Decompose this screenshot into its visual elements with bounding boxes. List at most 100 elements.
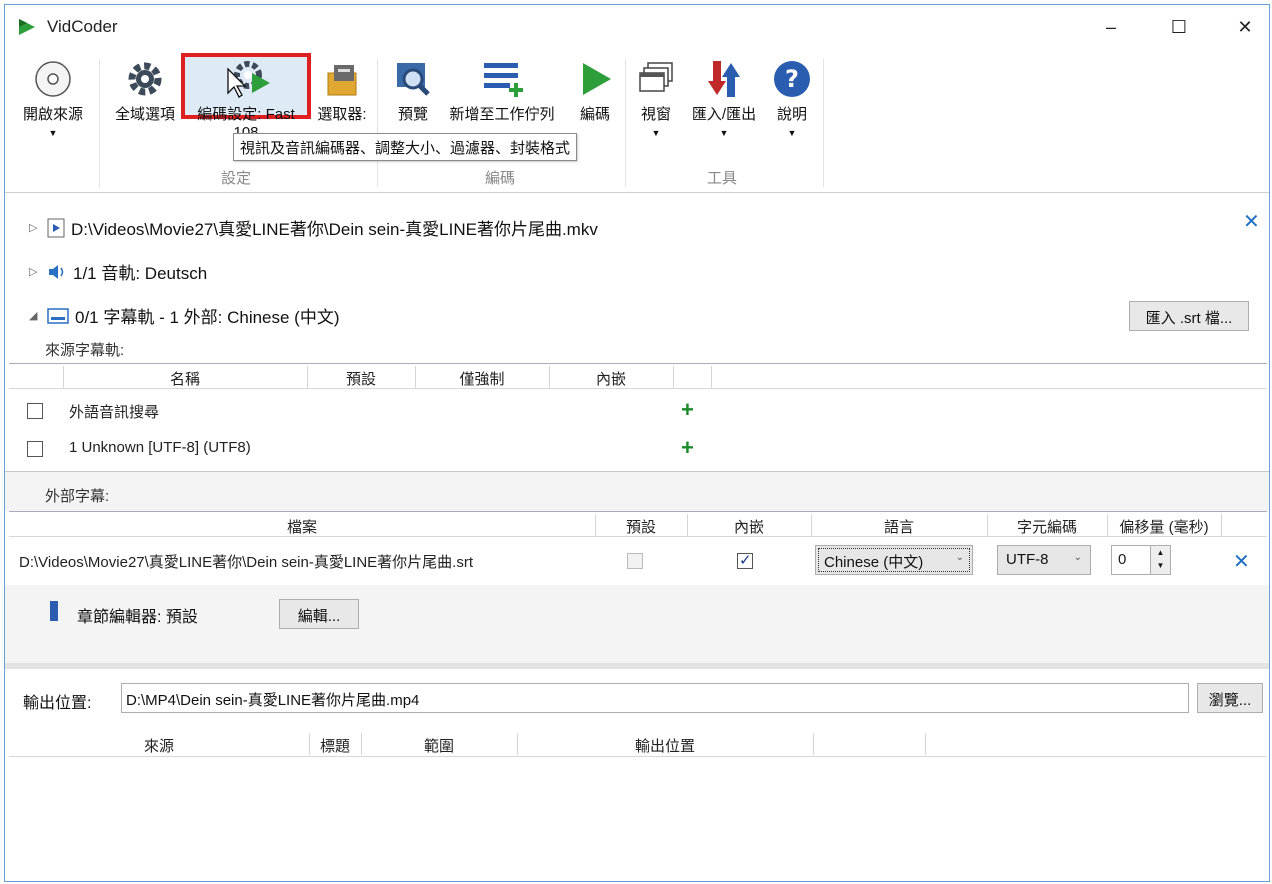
- import-srt-button[interactable]: 匯入 .srt 檔...: [1129, 301, 1249, 331]
- source-subtitle-name: 1 Unknown [UTF-8] (UTF8): [69, 439, 251, 456]
- column-burnin-header[interactable]: 內嵌: [549, 368, 673, 389]
- preview-button[interactable]: 預覽: [385, 59, 441, 124]
- source-subtitle-checkbox[interactable]: [27, 441, 43, 457]
- column-forced-header[interactable]: 僅強制: [415, 368, 549, 389]
- column-file-header[interactable]: 檔案: [9, 516, 595, 537]
- global-options-button[interactable]: 全域選項: [105, 59, 185, 124]
- external-subtitles-header: 檔案 預設 內嵌 語言 字元編碼 偏移量 (毫秒): [9, 511, 1267, 537]
- encode-settings-tooltip: 視訊及音訊編碼器、調整大小、過濾器、封裝格式: [233, 133, 578, 161]
- source-file-path: D:\Videos\Movie27\真愛LINE著你\Dein sein-真愛L…: [71, 220, 598, 239]
- subtitle-icon: [47, 307, 69, 324]
- maximize-button[interactable]: ☐: [1149, 5, 1209, 49]
- audio-tracks-row[interactable]: ▷ 1/1 音軌: Deutsch: [29, 259, 207, 284]
- vidcoder-logo-icon: [19, 19, 35, 35]
- chevron-down-icon: ▼: [48, 128, 58, 138]
- column-source-header[interactable]: 來源: [9, 735, 309, 756]
- column-default-header[interactable]: 預設: [307, 368, 415, 389]
- close-source-icon[interactable]: ✕: [1243, 209, 1260, 234]
- column-charset-header[interactable]: 字元編碼: [987, 516, 1107, 537]
- picker-button[interactable]: 選取器:: [307, 59, 377, 124]
- chevron-down-icon: ▼: [787, 128, 797, 138]
- import-export-button[interactable]: 匯入/匯出 ▼: [683, 59, 765, 138]
- title-bar: VidCoder – ☐ ✕: [5, 5, 1269, 49]
- expand-triangle-icon[interactable]: ▷: [29, 221, 41, 234]
- subtitle-tracks-row[interactable]: ◢ 0/1 字幕軌 - 1 外部: Chinese (中文): [29, 303, 340, 328]
- window-title: VidCoder: [47, 17, 118, 36]
- picker-folder-icon: [327, 65, 357, 96]
- source-subtitles-label: 來源字幕軌:: [45, 342, 125, 359]
- offset-spin-buttons[interactable]: ▲ ▼: [1150, 546, 1170, 574]
- output-location-label: 輸出位置:: [23, 695, 92, 712]
- speaker-icon: [49, 264, 64, 279]
- external-subtitles-label: 外部字幕:: [45, 488, 110, 505]
- help-question-icon: ?: [774, 61, 810, 97]
- add-to-queue-button[interactable]: 新增至工作佇列: [437, 59, 567, 124]
- source-subtitles-header: 名稱 預設 僅強制 內嵌: [9, 363, 1267, 389]
- add-to-queue-label: 新增至工作佇列: [449, 106, 555, 123]
- output-path-field[interactable]: D:\MP4\Dein sein-真愛LINE著你片尾曲.mp4: [121, 683, 1189, 713]
- queue-header: 來源 標題 範圍 輸出位置: [9, 731, 1267, 757]
- encode-button[interactable]: 編碼: [567, 59, 623, 124]
- add-subtitle-icon[interactable]: +: [681, 397, 694, 423]
- expand-triangle-icon[interactable]: ▷: [29, 265, 41, 278]
- chevron-down-icon: ▼: [719, 128, 729, 138]
- column-default-header[interactable]: 預設: [595, 516, 687, 537]
- column-output-header[interactable]: 輸出位置: [517, 735, 813, 756]
- audio-tracks-text: 1/1 音軌: Deutsch: [73, 264, 208, 283]
- preview-label: 預覽: [397, 106, 428, 123]
- close-window-button[interactable]: ✕: [1215, 5, 1272, 49]
- add-subtitle-icon[interactable]: +: [681, 435, 694, 461]
- open-source-button[interactable]: 開啟來源 ▼: [15, 59, 91, 138]
- column-title-header[interactable]: 標題: [309, 735, 361, 756]
- ribbon-separator: [625, 59, 626, 187]
- external-burnin-checkbox[interactable]: [737, 551, 753, 569]
- global-options-label: 全域選項: [114, 106, 175, 123]
- column-divider: [673, 366, 674, 388]
- chevron-down-icon: ⌄: [955, 552, 964, 563]
- column-language-header[interactable]: 語言: [811, 516, 987, 537]
- splitter-bar[interactable]: [5, 663, 1269, 669]
- external-default-checkbox: [627, 553, 643, 569]
- subtitle-tracks-text: 0/1 字幕軌 - 1 外部: Chinese (中文): [75, 308, 340, 327]
- source-subtitle-name: 外語音訊搜尋: [69, 404, 160, 421]
- queue-add-icon: [484, 63, 523, 97]
- language-dropdown[interactable]: Chinese (中文) ⌄: [815, 545, 973, 575]
- source-file-row[interactable]: ▷ D:\Videos\Movie27\真愛LINE著你\Dein sein-真…: [29, 215, 598, 240]
- external-subtitle-file: D:\Videos\Movie27\真愛LINE著你\Dein sein-真愛L…: [19, 554, 474, 571]
- window-menu-button[interactable]: 視窗 ▼: [629, 59, 683, 138]
- offset-value[interactable]: 0: [1118, 551, 1126, 568]
- video-file-icon: [47, 218, 65, 237]
- ribbon-separator: [99, 59, 100, 187]
- collapse-triangle-icon[interactable]: ◢: [29, 309, 41, 322]
- source-subtitle-checkbox[interactable]: [27, 403, 43, 419]
- bookmark-icon: [50, 601, 58, 621]
- external-subtitles-band: [5, 471, 1269, 511]
- column-offset-header[interactable]: 偏移量 (毫秒): [1107, 516, 1221, 537]
- group-label-tools: 工具: [707, 170, 738, 187]
- edit-chapters-button[interactable]: 編輯...: [279, 599, 359, 629]
- chevron-down-icon: ⌄: [1073, 552, 1082, 563]
- offset-stepper[interactable]: 0 ▲ ▼: [1111, 545, 1171, 575]
- column-divider: [925, 733, 926, 755]
- charset-dropdown[interactable]: UTF-8 ⌄: [997, 545, 1091, 575]
- help-button[interactable]: ? 說明 ▼: [765, 59, 819, 138]
- column-name-header[interactable]: 名稱: [63, 368, 307, 389]
- column-divider: [711, 366, 712, 388]
- language-value: Chinese (中文): [824, 554, 924, 571]
- column-burnin-header[interactable]: 內嵌: [687, 516, 811, 537]
- minimize-button[interactable]: –: [1081, 5, 1141, 49]
- svg-text:?: ?: [785, 65, 799, 93]
- group-label-encode: 編碼: [485, 170, 516, 187]
- gear-play-icon: [227, 61, 270, 98]
- encode-settings-button[interactable]: 編碼設定: Fast 108: [185, 59, 307, 141]
- picker-label: 選取器:: [317, 106, 367, 123]
- window-menu-label: 視窗: [640, 106, 671, 123]
- encode-label: 編碼: [579, 106, 610, 123]
- browse-button[interactable]: 瀏覽...: [1197, 683, 1263, 713]
- charset-value: UTF-8: [1006, 551, 1049, 568]
- queue-list[interactable]: [9, 757, 1267, 877]
- column-range-header[interactable]: 範圍: [361, 735, 517, 756]
- import-export-arrows-icon: [708, 61, 740, 97]
- chapters-label: 章節編輯器: 預設: [77, 609, 198, 626]
- remove-external-subtitle-icon[interactable]: ✕: [1233, 549, 1250, 574]
